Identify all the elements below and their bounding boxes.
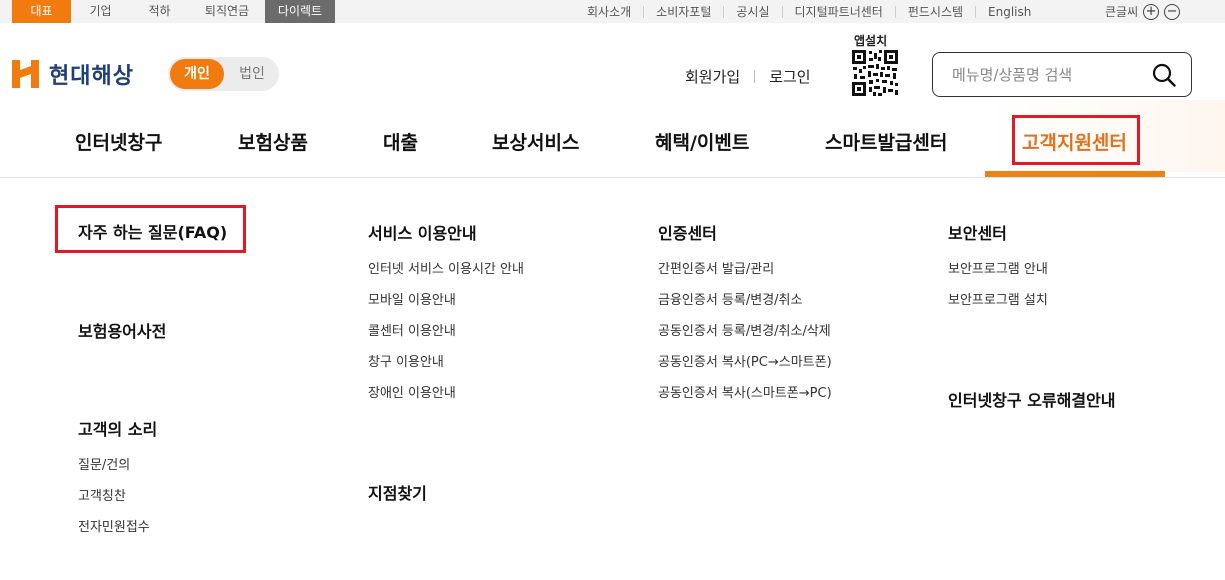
menu-item-mobile-guide[interactable]: 모바일 이용안내 (368, 289, 456, 308)
app-install-label: 앱설치 (854, 34, 888, 48)
link-disclosure[interactable]: 공시실 (723, 5, 781, 18)
menu-item-compliment[interactable]: 고객칭찬 (78, 485, 126, 504)
menu-item-accessibility-guide[interactable]: 장애인 이용안내 (368, 382, 456, 401)
top-utility-bar: 대표 기업 적하 퇴직연금 다이렉트 회사소개 소비자포털 공시실 디지털파트너… (0, 0, 1225, 23)
link-company[interactable]: 회사소개 (575, 6, 643, 18)
signup-link[interactable]: 회원가입 (685, 66, 740, 87)
menu-item-security-program-install[interactable]: 보안프로그램 설치 (948, 289, 1048, 308)
hyundai-h-logo-icon (12, 60, 39, 88)
brand-name: 현대해상 (49, 64, 134, 89)
font-decrease-button[interactable]: − (1164, 3, 1181, 20)
link-fund-system[interactable]: 펀드시스템 (894, 5, 975, 18)
menu-item-security-program-guide[interactable]: 보안프로그램 안내 (948, 258, 1048, 277)
menu-customer-voice[interactable]: 고객의 소리 (78, 416, 157, 440)
brand-logo[interactable]: 현대해상 (12, 58, 134, 90)
menu-branch-finder[interactable]: 지점찾기 (368, 480, 427, 504)
font-size-control: 큰글씨 + − (1105, 0, 1181, 23)
toggle-personal[interactable]: 개인 (170, 59, 224, 89)
link-digital-partner[interactable]: 디지털파트너센터 (781, 5, 895, 18)
qr-code-icon[interactable] (851, 49, 899, 97)
menu-item-financial-cert[interactable]: 금융인증서 등록/변경/취소 (658, 289, 802, 308)
menu-security-center[interactable]: 보안센터 (948, 220, 1007, 244)
faq-highlight (55, 205, 246, 253)
menu-insurance-dictionary[interactable]: 보험용어사전 (78, 318, 166, 342)
link-consumer-portal[interactable]: 소비자포털 (643, 5, 723, 18)
menu-item-joint-cert-manage[interactable]: 공동인증서 등록/변경/취소/삭제 (658, 320, 831, 339)
menu-item-cert-copy-phone-to-pc[interactable]: 공동인증서 복사(스마트폰→PC) (658, 382, 832, 401)
menu-item-service-hours[interactable]: 인터넷 서비스 이용시간 안내 (368, 258, 524, 277)
nav-divider (0, 177, 1225, 178)
customer-support-highlight (1012, 115, 1140, 165)
search-box (932, 52, 1192, 97)
menu-cert-center[interactable]: 인증센터 (658, 220, 717, 244)
search-input[interactable] (952, 64, 1142, 86)
utility-links: 회사소개 소비자포털 공시실 디지털파트너센터 펀드시스템 English (575, 0, 1043, 23)
menu-item-callcenter-guide[interactable]: 콜센터 이용안내 (368, 320, 456, 339)
site-tab-corporate[interactable]: 기업 (71, 0, 130, 23)
site-tab-pension[interactable]: 퇴직연금 (189, 0, 265, 23)
active-nav-underline (985, 171, 1165, 177)
site-tab-cargo[interactable]: 적하 (130, 0, 189, 23)
nav-smart-issuance[interactable]: 스마트발급센터 (825, 128, 947, 155)
nav-insurance-products[interactable]: 보험상품 (238, 128, 308, 155)
nav-internet-branch[interactable]: 인터넷창구 (75, 128, 162, 155)
nav-claims-service[interactable]: 보상서비스 (492, 128, 579, 155)
divider (754, 70, 756, 83)
nav-loan[interactable]: 대출 (383, 128, 418, 155)
menu-service-guide[interactable]: 서비스 이용안내 (368, 220, 477, 244)
site-tab-main[interactable]: 대표 (12, 0, 71, 23)
menu-item-counter-guide[interactable]: 창구 이용안내 (368, 351, 444, 370)
menu-item-e-complaint[interactable]: 전자민원접수 (78, 516, 150, 535)
font-size-label: 큰글씨 (1105, 5, 1139, 19)
link-english[interactable]: English (975, 5, 1043, 18)
menu-item-inquiry[interactable]: 질문/건의 (78, 454, 130, 473)
member-links: 회원가입 로그인 (685, 66, 811, 87)
search-icon[interactable] (1152, 63, 1176, 87)
site-tabs: 대표 기업 적하 퇴직연금 다이렉트 (12, 0, 335, 23)
font-increase-button[interactable]: + (1143, 3, 1160, 20)
customer-type-toggle: 개인 법인 (168, 57, 279, 91)
menu-item-simple-cert[interactable]: 간편인증서 발급/관리 (658, 258, 774, 277)
menu-error-resolution[interactable]: 인터넷창구 오류해결안내 (948, 387, 1116, 411)
nav-benefits-events[interactable]: 혜택/이벤트 (655, 128, 749, 155)
login-link[interactable]: 로그인 (769, 66, 810, 87)
site-tab-direct[interactable]: 다이렉트 (265, 0, 335, 23)
menu-item-cert-copy-pc-to-phone[interactable]: 공동인증서 복사(PC→스마트폰) (658, 351, 832, 370)
toggle-corporate[interactable]: 법인 (226, 59, 278, 89)
